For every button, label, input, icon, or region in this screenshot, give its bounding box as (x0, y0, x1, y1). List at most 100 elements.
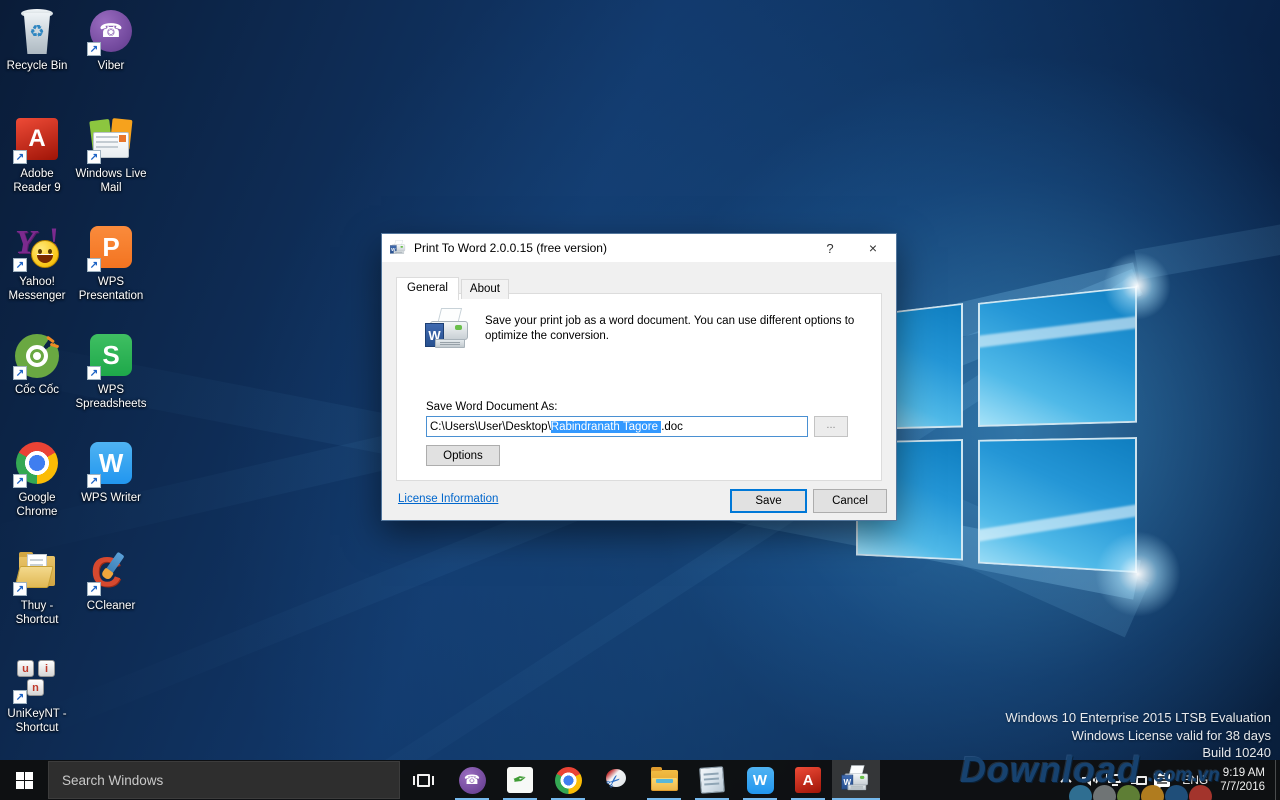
desktop-icon-viber[interactable]: ☎ ↗ Viber (74, 8, 148, 73)
desktop-icon-label: UniKeyNT - Shortcut (0, 707, 74, 735)
desktop-icon-recycle-bin[interactable]: ♻ Recycle Bin (0, 8, 74, 73)
desktop-icon-wps-writer[interactable]: W ↗ WPS Writer (74, 440, 148, 505)
print-to-word-app-icon: W (390, 240, 406, 256)
shortcut-arrow-icon: ↗ (13, 690, 27, 704)
desktop-icon-label: Adobe Reader 9 (0, 167, 74, 195)
shortcut-arrow-icon: ↗ (87, 150, 101, 164)
folder-icon (651, 770, 678, 791)
chevron-up-icon (1061, 776, 1072, 787)
activation-line3: Build 10240 (1005, 744, 1271, 762)
desktop-icon-ccleaner[interactable]: C ↗ CCleaner (74, 548, 148, 613)
desktop-icon-label: Viber (74, 59, 148, 73)
desktop-icon-label: Cốc Cốc (0, 383, 74, 397)
desktop-icon-label: Windows Live Mail (74, 167, 148, 195)
shortcut-arrow-icon: ↗ (13, 474, 27, 488)
cancel-button[interactable]: Cancel (813, 489, 887, 513)
chrome-icon (555, 767, 582, 794)
activation-line1: Windows 10 Enterprise 2015 LTSB Evaluati… (1005, 709, 1271, 727)
activation-line2: Windows License valid for 38 days (1005, 727, 1271, 745)
shortcut-arrow-icon: ↗ (13, 366, 27, 380)
taskbar-app-wps-writer[interactable]: W (736, 760, 784, 800)
desktop-icon-coc-coc[interactable]: ↗ Cốc Cốc (0, 332, 74, 397)
desktop-icon-wps-presentation[interactable]: P ↗ WPS Presentation (74, 224, 148, 303)
dialog-titlebar[interactable]: W Print To Word 2.0.0.15 (free version) … (382, 234, 896, 262)
keycap-icon: n (27, 679, 44, 696)
desktop-icon-label: CCleaner (74, 599, 148, 613)
dialog-body: General About W Save your print job as a… (382, 262, 896, 522)
desktop-icon-label: WPS Spreadsheets (74, 383, 148, 411)
shortcut-arrow-icon: ↗ (87, 366, 101, 380)
tab-strip: General About (396, 275, 511, 298)
taskbar-clock[interactable]: 9:19 AM 7/7/2016 (1216, 766, 1275, 794)
taskbar-app-chrome[interactable] (544, 760, 592, 800)
windows-activation-watermark: Windows 10 Enterprise 2015 LTSB Evaluati… (1005, 709, 1271, 762)
clock-date: 7/7/2016 (1220, 780, 1265, 794)
keycap-icon: u (17, 660, 34, 677)
logo-corner-glow (1103, 252, 1171, 320)
quill-pen-icon: ✒ (507, 767, 533, 793)
shortcut-arrow-icon: ↗ (87, 582, 101, 596)
tab-general[interactable]: General (396, 277, 459, 300)
print-to-word-icon: W (841, 765, 871, 795)
shortcut-arrow-icon: ↗ (87, 42, 101, 56)
general-tab-page: W Save your print job as a word document… (396, 293, 882, 481)
taskbar-app-snipping-tool[interactable]: ✂ (592, 760, 640, 800)
clock-time: 9:19 AM (1220, 766, 1265, 780)
desktop-icon-label: WPS Writer (74, 491, 148, 505)
license-information-link[interactable]: License Information (398, 493, 498, 505)
desktop-icon-label: Thuy - Shortcut (0, 599, 74, 627)
taskbar-app-notepad[interactable] (688, 760, 736, 800)
shortcut-arrow-icon: ↗ (13, 258, 27, 272)
save-path-input[interactable]: C:\Users\User\Desktop\Rabindranath Tagor… (426, 416, 808, 437)
shortcut-arrow-icon: ↗ (87, 258, 101, 272)
close-button[interactable]: × (850, 234, 896, 262)
show-desktop-button[interactable] (1275, 760, 1280, 800)
taskbar-app-file-explorer[interactable] (640, 760, 688, 800)
shortcut-arrow-icon: ↗ (13, 582, 27, 596)
usb-plug-icon (1130, 774, 1147, 787)
shortcut-arrow-icon: ↗ (87, 474, 101, 488)
desktop-icon-label: WPS Presentation (74, 275, 148, 303)
windows-start-icon (16, 772, 33, 789)
path-suffix: .doc (661, 421, 683, 433)
help-button[interactable]: ? (810, 234, 850, 262)
save-button[interactable]: Save (730, 489, 807, 513)
desktop-icon-adobe-reader[interactable]: A ↗ Adobe Reader 9 (0, 116, 74, 195)
options-button[interactable]: Options (426, 445, 500, 466)
desktop-icon-google-chrome[interactable]: ↗ Google Chrome (0, 440, 74, 519)
print-to-word-dialog: W Print To Word 2.0.0.15 (free version) … (381, 233, 897, 521)
tab-about[interactable]: About (461, 279, 509, 299)
taskbar-app-quill[interactable]: ✒ (496, 760, 544, 800)
desktop-icon-label: Recycle Bin (0, 59, 74, 73)
dialog-title: Print To Word 2.0.0.15 (free version) (414, 241, 810, 255)
viber-icon: ☎ (459, 767, 486, 794)
desktop-icon-yahoo-messenger[interactable]: Y ! ↗ Yahoo! Messenger (0, 224, 74, 303)
browse-button[interactable]: ... (814, 416, 848, 437)
taskbar-app-viber[interactable]: ☎ (448, 760, 496, 800)
path-prefix: C:\Users\User\Desktop\ (430, 421, 551, 433)
taskbar-app-adobe-reader[interactable]: A (784, 760, 832, 800)
recycle-icon: ♻ (13, 22, 61, 42)
taskbar-app-print-to-word[interactable]: W (832, 760, 880, 800)
desktop-icon-thuy-shortcut[interactable]: ↗ Thuy - Shortcut (0, 548, 74, 627)
wps-writer-icon: W (747, 767, 774, 794)
desktop-icon-windows-live-mail[interactable]: ↗ Windows Live Mail (74, 116, 148, 195)
task-view-button[interactable] (400, 760, 446, 800)
desktop-icon-label: Google Chrome (0, 491, 74, 519)
smiley-icon (31, 240, 59, 268)
desktop-icon-unikeynt[interactable]: u i n ↗ UniKeyNT - Shortcut (0, 656, 74, 735)
start-button[interactable] (0, 760, 48, 800)
scissors-icon: ✂ (603, 767, 629, 793)
notepad-icon (699, 766, 725, 794)
description-text: Save your print job as a word document. … (485, 314, 857, 344)
keycap-icon: i (38, 660, 55, 677)
desktop-icon-wps-spreadsheets[interactable]: S ↗ WPS Spreadsheets (74, 332, 148, 411)
task-view-icon (417, 774, 430, 787)
adobe-reader-icon: A (795, 767, 821, 793)
shortcut-arrow-icon: ↗ (13, 150, 27, 164)
taskbar-search-input[interactable] (48, 761, 400, 799)
save-as-label: Save Word Document As: (426, 401, 557, 413)
logo-corner-glow (1095, 531, 1181, 617)
path-selected-text: Rabindranath Tagore (551, 421, 661, 433)
desktop-icon-label: Yahoo! Messenger (0, 275, 74, 303)
